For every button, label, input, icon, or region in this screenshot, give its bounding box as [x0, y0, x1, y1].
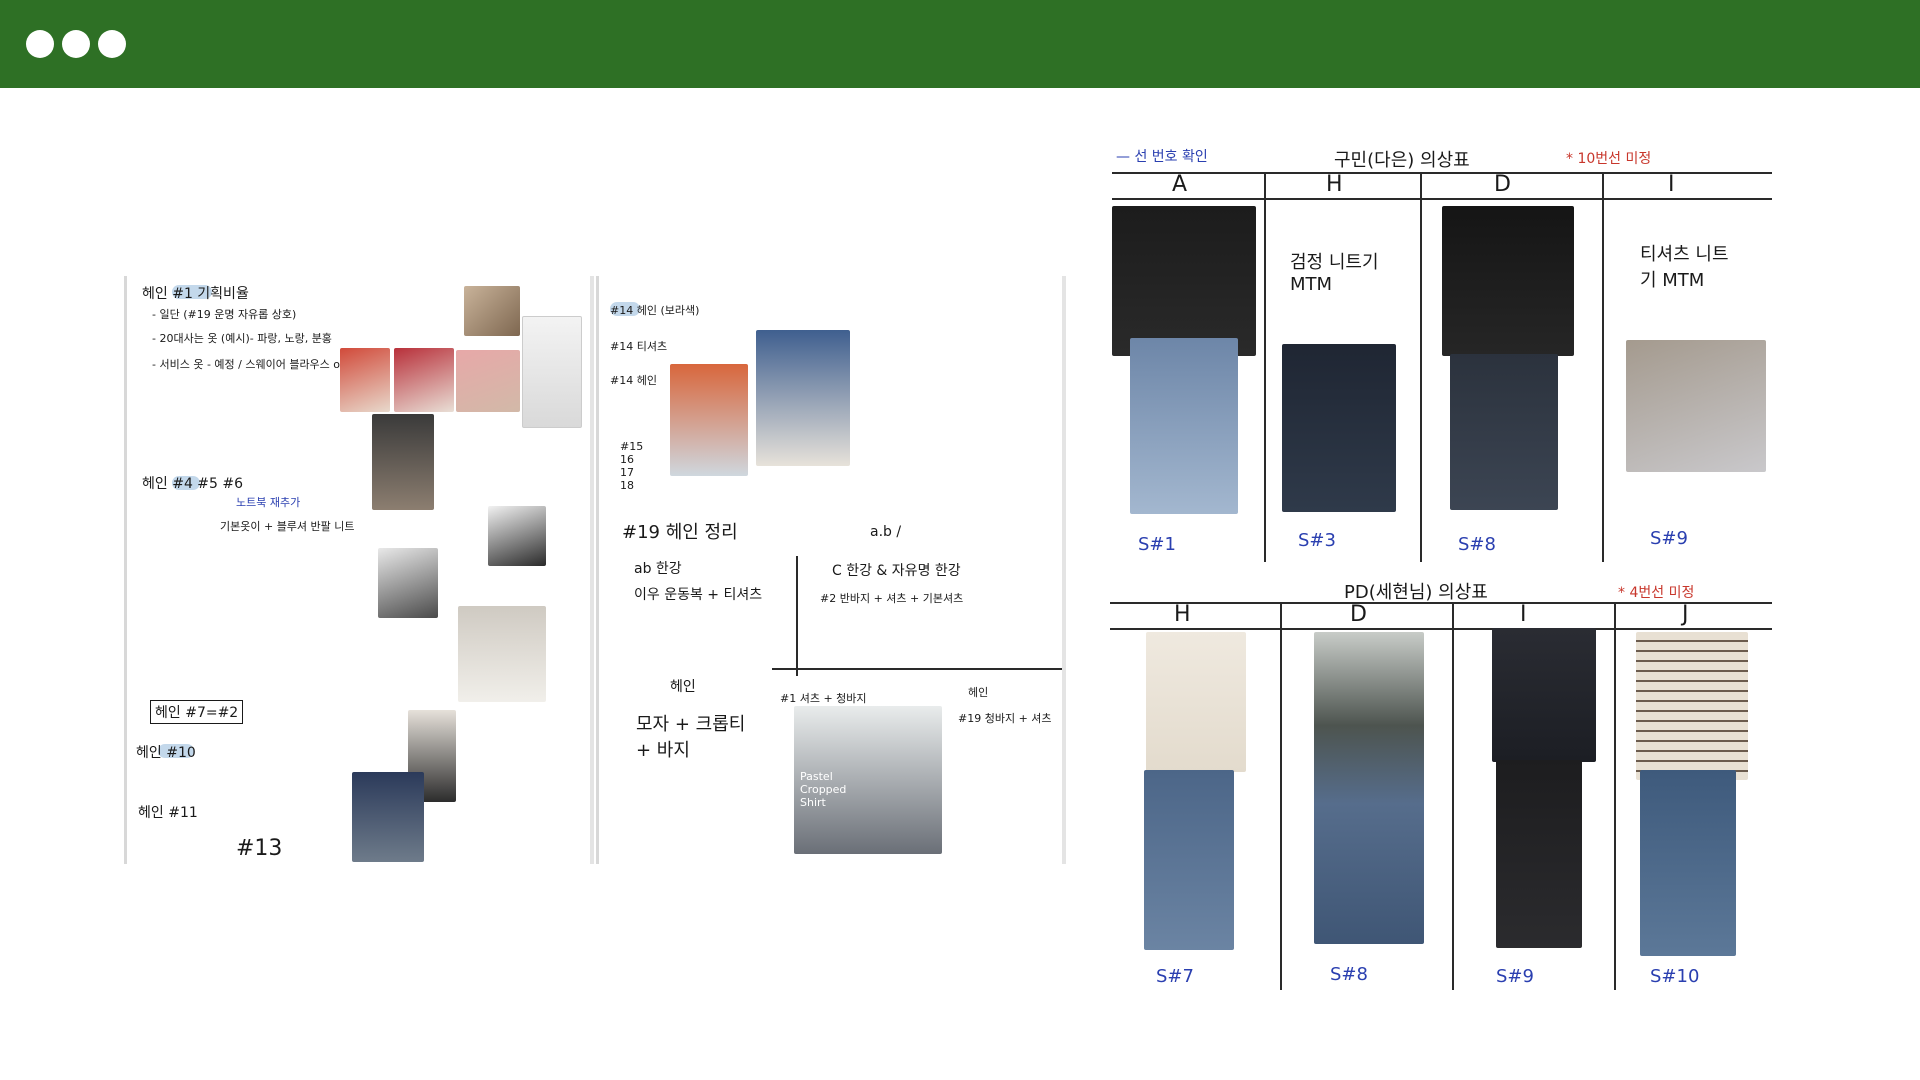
column-header: A: [1172, 172, 1188, 197]
note-line: 이우 운동복 + 티셔츠: [634, 587, 763, 603]
note-line: 헤인 #1 기획비율: [142, 286, 249, 302]
cell-text: 티셔츠 니트기 MTM: [1640, 244, 1729, 291]
table-column-rule: [1452, 602, 1454, 990]
note-line: - 일단 (#19 운명 자유롭 상호): [152, 308, 297, 321]
note-line: 기본옷이 + 블루셔 반팔 니트: [220, 520, 355, 533]
window-dot-1[interactable]: [26, 30, 54, 58]
note-line: 헤인 #10: [136, 745, 196, 761]
photo-thumb: [456, 350, 520, 412]
outfit-photo: [1130, 338, 1238, 514]
note-line: #19 청바지 + 셔츠: [958, 712, 1052, 725]
note-line: 헤인 #4 #5 #6: [142, 476, 244, 492]
outfit-photo: [1112, 206, 1256, 356]
photo-thumb: [756, 330, 850, 466]
table-header-rule: [1110, 628, 1772, 630]
note-line: ab 한강: [634, 561, 682, 577]
column-header: I: [1668, 172, 1675, 197]
table-column-rule: [1264, 172, 1266, 562]
photo-thumb: [352, 772, 424, 862]
note-line: #14 헤인 (보라색): [610, 304, 700, 317]
note-line: #13: [236, 836, 283, 861]
column-header: J: [1682, 602, 1689, 627]
column-header: H: [1174, 602, 1191, 627]
note-line: #2 반바지 + 셔츠 + 기본셔츠: [820, 592, 964, 605]
table-column-rule: [1602, 172, 1604, 562]
scene-label: S#1: [1138, 534, 1176, 555]
photo-thumb: [340, 348, 390, 412]
scene-label: S#8: [1330, 964, 1368, 985]
note-line: #14 티셔츠: [610, 340, 668, 353]
divider-line: [796, 556, 798, 676]
table-header-rule: [1112, 198, 1772, 200]
note-line: C 한강 & 자유명 한강: [832, 563, 961, 579]
photo-thumb: [458, 606, 546, 702]
photo-thumb: [394, 348, 454, 412]
outfit-photo: [1626, 340, 1766, 472]
notes-page-middle-edge: [1062, 276, 1066, 864]
note-line: 노트북 재추가: [236, 496, 301, 509]
outfit-photo: [1442, 206, 1574, 356]
scene-label: S#7: [1156, 966, 1194, 987]
sheet-legend: — 선 번호 확인: [1116, 149, 1208, 165]
note-line: 모자 + 크롭티 + 바지: [636, 714, 746, 761]
outfit-photo: [1144, 770, 1234, 950]
note-line: #1 셔츠 + 청바지: [780, 692, 867, 705]
sheet-note: * 10번선 미정: [1566, 151, 1652, 167]
scene-label: S#9: [1650, 528, 1688, 549]
scene-label: S#9: [1496, 966, 1534, 987]
photo-thumb: [670, 364, 748, 476]
sheet-note: * 4번선 미정: [1618, 585, 1695, 601]
note-line: a.b /: [870, 524, 902, 540]
note-line: #15 16 17 18: [620, 440, 644, 492]
photo-thumb: [488, 506, 546, 566]
column-header: H: [1326, 172, 1343, 197]
photo-thumb: [372, 414, 434, 510]
notes-page-left-edge: [590, 276, 594, 864]
photo-thumb: [464, 286, 520, 336]
photo-thumb: [522, 316, 582, 428]
outfit-photo: [1492, 628, 1596, 762]
header-bar: [0, 0, 1920, 88]
cell-text: 검정 니트기 MTM: [1290, 252, 1379, 295]
note-line: 헤인: [670, 679, 696, 695]
table-column-rule: [1420, 172, 1422, 562]
note-line: #14 헤인: [610, 374, 657, 387]
note-line: 헤인 #11: [138, 805, 198, 821]
scene-label: S#3: [1298, 530, 1336, 551]
outfit-photo: [1636, 632, 1748, 780]
note-line: #19 헤인 정리: [622, 522, 738, 543]
note-line: 헤인 #7=#2: [150, 700, 244, 724]
sheet-title: PD(세현님) 의상표: [1344, 582, 1488, 603]
column-header: D: [1350, 602, 1367, 627]
window-dot-2[interactable]: [62, 30, 90, 58]
outfit-photo: [1282, 344, 1396, 512]
outfit-photo: [1314, 632, 1424, 944]
outfit-photo: [1146, 632, 1246, 772]
column-header: I: [1520, 602, 1527, 627]
sheet-title: 구민(다은) 의상표: [1334, 150, 1470, 171]
table-column-rule: [1614, 602, 1616, 990]
note-line: 헤인: [968, 686, 989, 699]
scene-label: S#10: [1650, 966, 1700, 987]
photo-caption: Pastel Cropped Shirt: [800, 770, 847, 809]
window-dot-3[interactable]: [98, 30, 126, 58]
photo-thumb: [378, 548, 438, 618]
table-top-rule: [1110, 602, 1772, 604]
outfit-photo: [1640, 770, 1736, 956]
table-column-rule: [1280, 602, 1282, 990]
note-line: - 20대사는 옷 (예시)- 파랑, 노랑, 분홍: [152, 332, 332, 345]
scene-label: S#8: [1458, 534, 1496, 555]
divider-line: [772, 668, 1062, 670]
column-header: D: [1494, 172, 1511, 197]
outfit-photo: [1496, 760, 1582, 948]
note-line: - 서비스 옷 - 예정 / 스웨이어 블라우스 or 셔츠: [152, 358, 369, 371]
outfit-photo: [1450, 354, 1558, 510]
